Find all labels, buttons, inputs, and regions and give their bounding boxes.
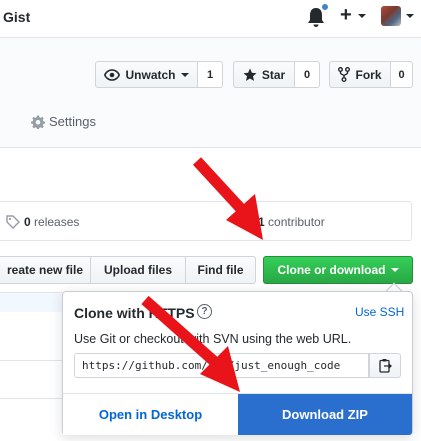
clone-url-input[interactable]: https://github.com/.../just_enough_code [74,353,369,378]
create-new-file-label: reate new file [6,263,83,277]
star-button[interactable]: Star [233,61,295,88]
clone-dropdown-footer: Open in Desktop Download ZIP [63,393,412,435]
clone-or-download-button[interactable]: Clone or download [263,256,413,284]
file-row-divider [0,398,62,399]
chevron-down-icon[interactable] [406,14,414,18]
unwatch-button[interactable]: Unwatch [95,61,198,88]
unwatch-label: Unwatch [125,67,176,82]
contributors-label: contributor [264,215,325,229]
chevron-down-icon[interactable] [358,14,366,18]
star-label: Star [261,67,286,82]
find-file-button[interactable]: Find file [186,256,256,284]
contributors-link[interactable]: 1 contributor [258,215,325,229]
create-new-file-button[interactable]: reate new file [0,256,91,284]
commit-tease-bar [0,292,62,312]
releases-count: 0 [24,215,31,229]
settings-label: Settings [49,114,96,129]
chevron-down-icon [180,72,189,77]
fork-button[interactable]: Fork [329,61,391,88]
clone-dropdown: Clone with HTTPS ? Use SSH Use Git or ch… [62,291,413,435]
file-row-divider [0,360,62,361]
find-file-label: Find file [197,263,244,277]
top-header: Gist + [0,0,421,38]
fork-label: Fork [355,67,382,82]
releases-label: releases [30,215,80,229]
eye-icon [104,68,121,81]
gist-title[interactable]: Gist [3,9,30,25]
clipboard-icon [378,359,392,373]
fork-icon [338,67,351,82]
upload-files-button[interactable]: Upload files [91,256,186,284]
upload-files-label: Upload files [103,263,172,277]
clone-dropdown-title: Clone with HTTPS [74,305,195,321]
watch-count[interactable]: 1 [198,61,223,88]
tab-settings[interactable]: Settings [31,114,96,129]
chevron-down-icon [390,268,399,272]
contributors-count: 1 [258,215,265,229]
star-count[interactable]: 0 [295,61,320,88]
download-zip-button[interactable]: Download ZIP [238,394,412,435]
numbers-summary: 0 releases 1 contributor [0,201,412,241]
clone-description: Use Git or checkout with SVN using the w… [74,332,352,346]
star-icon [243,68,257,81]
open-in-desktop-button[interactable]: Open in Desktop [63,394,238,435]
releases-link[interactable]: 0 releases [6,215,79,229]
clone-or-download-label: Clone or download [277,263,386,277]
use-ssh-link[interactable]: Use SSH [355,305,404,319]
tag-icon [6,215,20,229]
avatar[interactable] [381,6,401,26]
copy-to-clipboard-button[interactable] [369,353,401,378]
help-icon[interactable]: ? [197,304,212,319]
repo-header: Unwatch 1 Star 0 Fork 0 Settings [0,38,421,148]
gear-icon [31,115,45,129]
plus-icon[interactable]: + [340,5,352,25]
fork-count[interactable]: 0 [391,61,413,88]
notification-indicator [320,2,330,12]
